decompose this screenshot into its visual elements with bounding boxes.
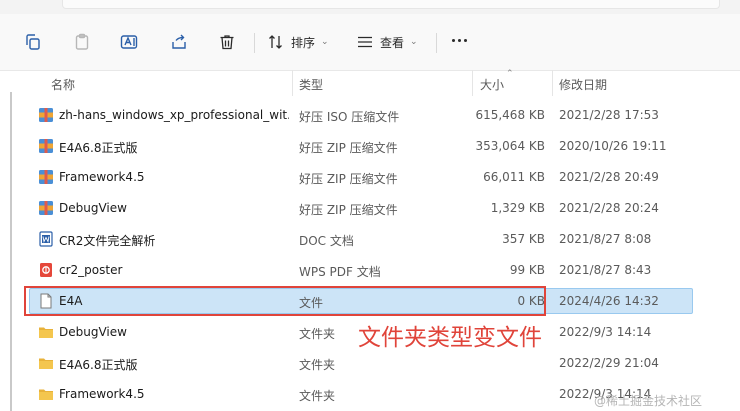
dot <box>464 39 467 42</box>
file-size: 357 KB <box>502 232 545 246</box>
folder-row[interactable]: E4A6.8正式版 文件夹 2022/2/29 21:04 <box>0 348 740 379</box>
file-modified: 2022/2/29 21:04 <box>559 356 659 370</box>
view-button[interactable]: 查看 ⌄ <box>356 31 418 53</box>
file-size: 66,011 KB <box>483 170 545 184</box>
sort-label: 排序 <box>291 35 316 50</box>
dot <box>458 39 461 42</box>
file-type: 好压 ZIP 压缩文件 <box>299 203 398 217</box>
archive-icon <box>39 170 53 184</box>
file-type: WPS PDF 文档 <box>299 265 381 279</box>
file-name: DebugView <box>59 325 127 339</box>
archive-icon <box>39 201 53 215</box>
copy-icon <box>26 34 40 50</box>
file-size: 615,468 KB <box>475 108 545 122</box>
file-modified: 2022/9/3 14:14 <box>559 325 652 339</box>
column-header-size[interactable]: 大小 <box>480 76 504 93</box>
file-modified: 2021/2/28 20:49 <box>559 170 659 184</box>
sort-icon <box>269 35 282 49</box>
column-divider[interactable] <box>472 70 473 96</box>
file-type: 文件夹 <box>299 389 336 403</box>
folder-icon <box>39 358 53 369</box>
annotation-highlight-box <box>24 286 546 316</box>
file-modified: 2021/2/28 20:24 <box>559 201 659 215</box>
file-modified: 2020/10/26 19:11 <box>559 139 667 153</box>
view-label: 查看 <box>380 35 405 50</box>
file-modified: 2024/4/26 14:32 <box>559 294 659 308</box>
column-divider[interactable] <box>292 70 293 96</box>
dot <box>452 39 455 42</box>
file-name: cr2_poster <box>59 263 123 277</box>
file-name: DebugView <box>59 201 127 215</box>
file-name: CR2文件完全解析 <box>59 234 156 248</box>
file-row[interactable]: E4A6.8正式版 好压 ZIP 压缩文件 353,064 KB 2020/10… <box>0 131 740 162</box>
window-top-strip <box>0 0 740 14</box>
folder-icon <box>39 327 53 338</box>
file-modified: 2021/2/28 17:53 <box>559 108 659 122</box>
file-modified: 2021/8/27 8:08 <box>559 232 652 246</box>
command-toolbar: 排序 ⌄ 查看 ⌄ <box>0 14 740 71</box>
trash-icon <box>220 35 234 50</box>
file-modified: 2021/8/27 8:43 <box>559 263 652 277</box>
sort-indicator-icon: ⌃ <box>506 69 514 79</box>
archive-icon <box>39 108 53 122</box>
chevron-down-icon: ⌄ <box>321 37 329 47</box>
folder-icon <box>39 389 53 400</box>
column-divider[interactable] <box>552 70 553 96</box>
paste-button[interactable] <box>73 31 91 53</box>
clipboard-icon <box>75 33 89 50</box>
rename-icon <box>120 35 138 49</box>
delete-button[interactable] <box>218 31 236 53</box>
file-size: 99 KB <box>509 263 545 277</box>
address-bar[interactable] <box>62 0 720 9</box>
file-name: E4A6.8正式版 <box>59 358 138 372</box>
file-name: Framework4.5 <box>59 170 145 184</box>
column-header-name[interactable]: 名称 <box>51 76 75 93</box>
more-options-button[interactable] <box>452 39 467 42</box>
file-name: Framework4.5 <box>59 387 145 401</box>
column-header-type[interactable]: 类型 <box>299 76 323 93</box>
column-header-row: 名称 类型 ⌃ 大小 修改日期 <box>0 69 740 96</box>
pdf-icon <box>40 263 52 277</box>
file-type: DOC 文档 <box>299 234 354 248</box>
file-row[interactable]: CR2文件完全解析 DOC 文档 357 KB 2021/8/27 8:08 <box>0 224 740 255</box>
rename-button[interactable] <box>120 31 140 53</box>
file-size: 1,329 KB <box>490 201 545 215</box>
file-size: 353,064 KB <box>475 139 545 153</box>
toolbar-separator <box>436 33 437 53</box>
archive-icon <box>39 139 53 153</box>
watermark: @稀土掘金技术社区 <box>594 394 703 408</box>
word-doc-icon <box>39 231 53 247</box>
column-header-modified[interactable]: 修改日期 <box>559 76 607 93</box>
file-type: 好压 ZIP 压缩文件 <box>299 172 398 186</box>
toolbar-separator <box>254 33 255 53</box>
file-row[interactable]: DebugView 好压 ZIP 压缩文件 1,329 KB 2021/2/28… <box>0 193 740 224</box>
chevron-down-icon: ⌄ <box>410 37 418 47</box>
file-row[interactable]: cr2_poster WPS PDF 文档 99 KB 2021/8/27 8:… <box>0 255 740 286</box>
annotation-text: 文件夹类型变文件 <box>358 325 542 351</box>
share-button[interactable] <box>170 31 188 53</box>
file-type: 好压 ZIP 压缩文件 <box>299 141 398 155</box>
file-type: 文件夹 <box>299 358 336 372</box>
file-type: 好压 ISO 压缩文件 <box>299 110 400 124</box>
view-list-icon <box>358 36 372 48</box>
file-row[interactable]: Framework4.5 好压 ZIP 压缩文件 66,011 KB 2021/… <box>0 162 740 193</box>
file-row[interactable]: zh-hans_windows_xp_professional_wit... 好… <box>0 100 740 131</box>
copy-button[interactable] <box>24 31 42 53</box>
file-name: zh-hans_windows_xp_professional_wit... <box>59 108 289 122</box>
sort-button[interactable]: 排序 ⌄ <box>267 31 329 53</box>
share-icon <box>172 34 186 49</box>
file-name: E4A6.8正式版 <box>59 141 138 155</box>
